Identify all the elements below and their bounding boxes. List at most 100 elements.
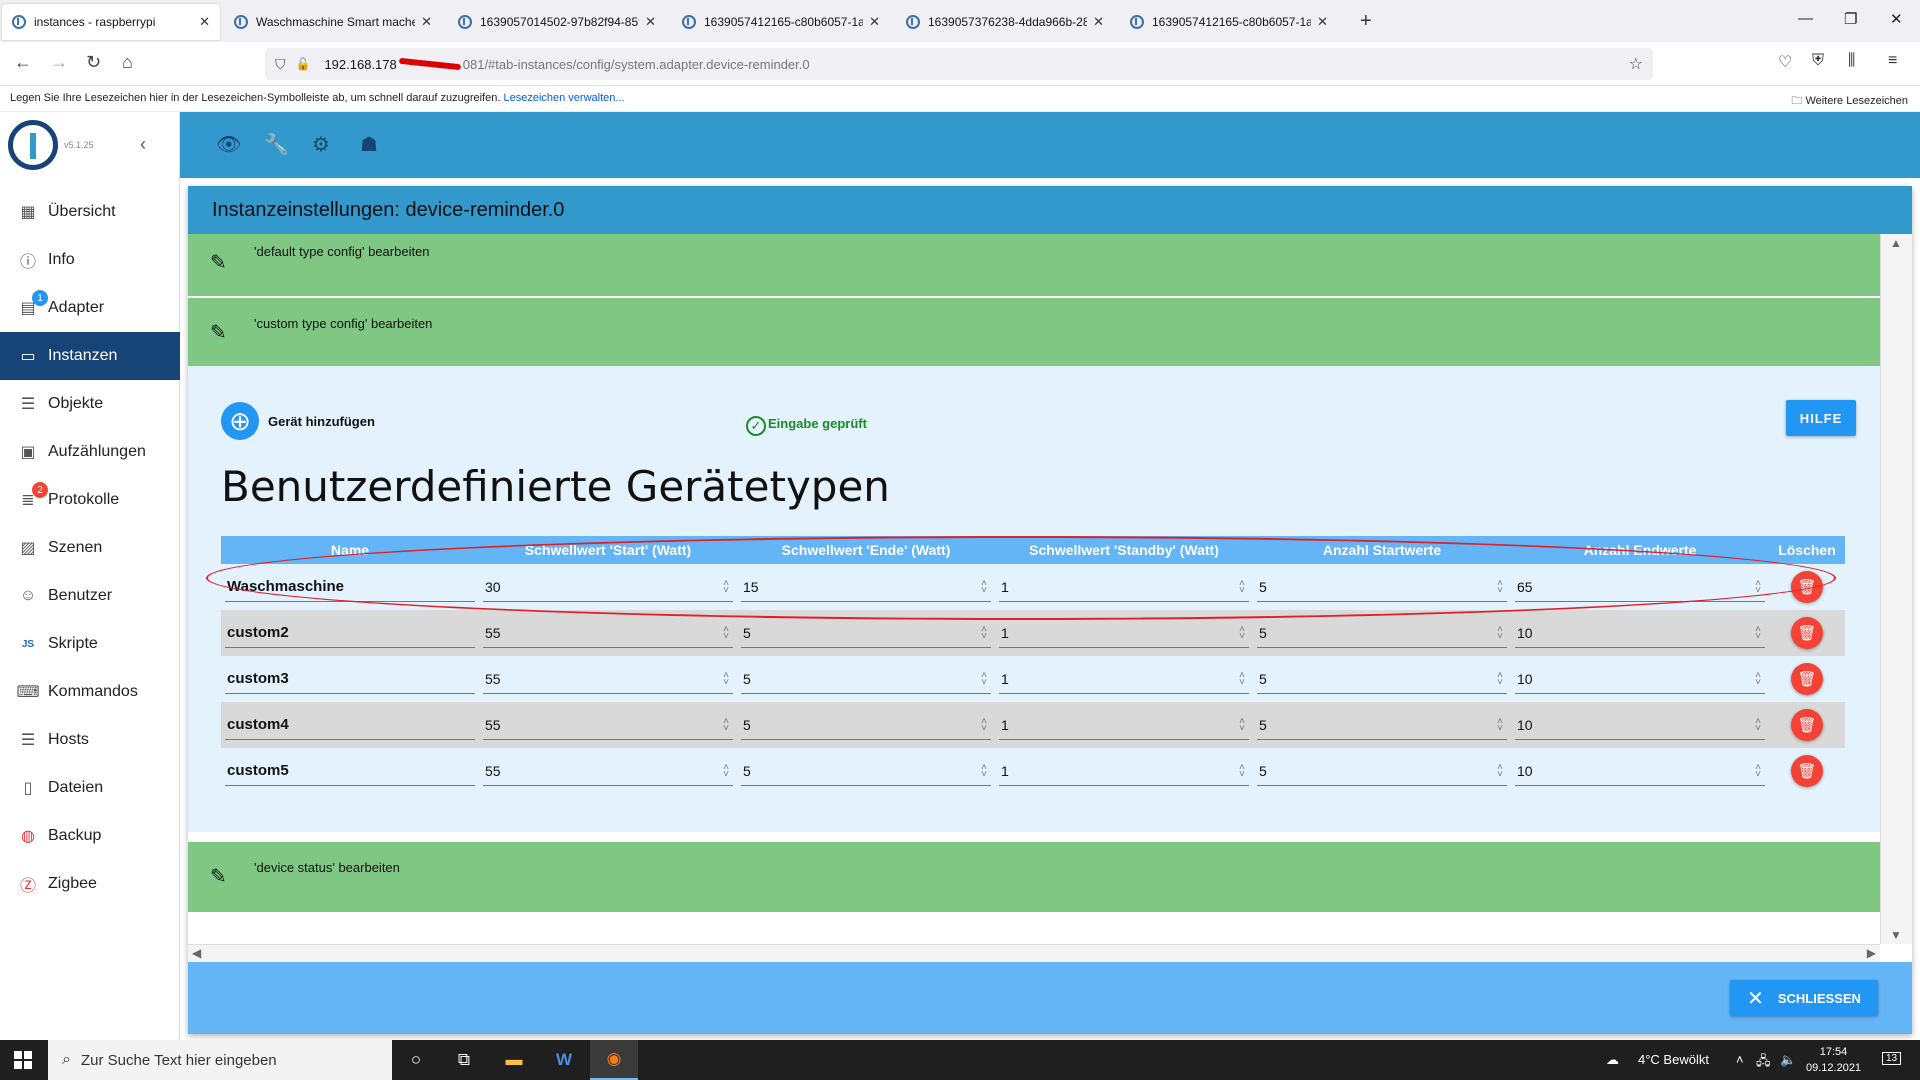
section-custom-type-config[interactable]: ✎ 'custom type config' bearbeiten — [188, 298, 1880, 366]
sidebar-item-übersicht[interactable]: ▦ Übersicht — [0, 188, 180, 236]
number-input-end[interactable]: 15 ˄ ˅ — [741, 572, 991, 602]
delete-row-button[interactable]: 🗑 — [1791, 571, 1823, 603]
browser-tab[interactable]: 1639057376238-4dda966b-28d6 ✕ — [896, 4, 1114, 40]
tab-close-icon[interactable]: ✕ — [645, 14, 656, 30]
menu-icon[interactable]: ≡ — [1888, 52, 1897, 70]
spinner-icon[interactable]: ˄ ˅ — [1755, 671, 1761, 688]
volume-icon[interactable]: 🔈 — [1780, 1052, 1796, 1068]
number-input-standby[interactable]: 1 ˄ ˅ — [999, 756, 1249, 786]
task-view-icon[interactable]: ⧉ — [440, 1040, 488, 1080]
number-input-standby[interactable]: 1 ˄ ˅ — [999, 618, 1249, 648]
tab-close-icon[interactable]: ✕ — [1317, 14, 1328, 30]
spinner-icon[interactable]: ˄ ˅ — [1239, 717, 1245, 734]
spinner-icon[interactable]: ˄ ˅ — [1239, 763, 1245, 780]
number-input-start[interactable]: 55 ˄ ˅ — [483, 710, 733, 740]
number-input-start[interactable]: 55 ˄ ˅ — [483, 618, 733, 648]
insecure-lock-icon[interactable]: 🔓 — [296, 57, 311, 71]
sidebar-item-benutzer[interactable]: ☺ Benutzer — [0, 572, 180, 620]
scroll-down-icon[interactable]: ▼ — [1890, 928, 1902, 942]
sidebar-item-szenen[interactable]: ▨ Szenen — [0, 524, 180, 572]
shield-account-icon[interactable]: ⛨ — [1812, 52, 1824, 70]
browser-tab-instances[interactable]: instances - raspberrypi ✕ — [2, 4, 220, 40]
help-button[interactable]: HILFE — [1786, 400, 1856, 436]
new-tab-button[interactable]: + — [1360, 10, 1372, 33]
vertical-scrollbar[interactable]: ▲ ▼ — [1880, 234, 1912, 944]
delete-row-button[interactable]: 🗑 — [1791, 617, 1823, 649]
number-input-endvals[interactable]: 65 ˄ ˅ — [1515, 572, 1765, 602]
spinner-icon[interactable]: ˄ ˅ — [1497, 579, 1503, 596]
number-input-standby[interactable]: 1 ˄ ˅ — [999, 572, 1249, 602]
minimize-window-icon[interactable]: — — [1798, 10, 1813, 27]
spinner-icon[interactable]: ˄ ˅ — [981, 625, 987, 642]
bookmark-star-icon[interactable]: ☆ — [1629, 54, 1643, 74]
tab-close-icon[interactable]: ✕ — [199, 14, 210, 30]
spinner-icon[interactable]: ˄ ˅ — [1239, 579, 1245, 596]
tab-close-icon[interactable]: ✕ — [421, 14, 432, 30]
sidebar-item-backup[interactable]: ◍ Backup — [0, 812, 180, 860]
number-input-endvals[interactable]: 10 ˄ ˅ — [1515, 664, 1765, 694]
spinner-icon[interactable]: ˄ ˅ — [1755, 763, 1761, 780]
browser-tab[interactable]: 1639057014502-97b82f94-85fa-4 ✕ — [448, 4, 666, 40]
device-name-input[interactable]: custom2 — [225, 618, 475, 648]
network-icon[interactable]: 🖧 — [1756, 1052, 1771, 1074]
spinner-icon[interactable]: ˄ ˅ — [723, 763, 729, 780]
taskbar-search[interactable]: ⌕ Zur Suche Text hier eingeben — [48, 1040, 392, 1080]
column-header[interactable]: Name — [221, 536, 479, 564]
file-explorer-icon[interactable]: ▬ — [490, 1040, 538, 1080]
spinner-icon[interactable]: ˄ ˅ — [1497, 671, 1503, 688]
browser-tab[interactable]: 1639057412165-c80b6057-1aac-4 ✕ — [672, 4, 890, 40]
collapse-sidebar-icon[interactable]: ‹ — [140, 134, 146, 155]
firefox-icon[interactable]: ◉ — [590, 1040, 638, 1080]
manage-bookmarks-link[interactable]: Lesezeichen verwalten... — [503, 92, 624, 104]
spinner-icon[interactable]: ˄ ˅ — [723, 625, 729, 642]
number-input-endvals[interactable]: 10 ˄ ˅ — [1515, 710, 1765, 740]
iobroker-logo[interactable] — [8, 120, 58, 170]
sidebar-item-dateien[interactable]: ▯ Dateien — [0, 764, 180, 812]
number-input-startvals[interactable]: 5 ˄ ˅ — [1257, 664, 1507, 694]
device-name-input[interactable]: custom5 — [225, 756, 475, 786]
other-bookmarks[interactable]: 🗀 Weitere Lesezeichen — [1791, 92, 1908, 111]
spinner-icon[interactable]: ˄ ˅ — [1497, 717, 1503, 734]
restore-window-icon[interactable]: ❐ — [1844, 10, 1857, 28]
number-input-startvals[interactable]: 5 ˄ ˅ — [1257, 572, 1507, 602]
scroll-right-icon[interactable]: ▶ — [1867, 946, 1876, 960]
device-name-input[interactable]: custom4 — [225, 710, 475, 740]
pocket-icon[interactable]: ♡ — [1778, 52, 1792, 72]
word-icon[interactable]: W — [540, 1040, 588, 1080]
number-input-startvals[interactable]: 5 ˄ ˅ — [1257, 756, 1507, 786]
sidebar-item-skripte[interactable]: JS Skripte — [0, 620, 180, 668]
number-input-standby[interactable]: 1 ˄ ˅ — [999, 664, 1249, 694]
gear-icon[interactable]: ⚙ — [312, 132, 330, 157]
column-header[interactable]: Schwellwert 'Standby' (Watt) — [995, 536, 1253, 564]
sidebar-item-instanzen[interactable]: ▭ Instanzen — [0, 332, 180, 380]
wrench-icon[interactable]: 🔧 — [264, 132, 289, 157]
spinner-icon[interactable]: ˄ ˅ — [1497, 763, 1503, 780]
sidebar-item-adapter[interactable]: ▤ Adapter 1 — [0, 284, 180, 332]
spinner-icon[interactable]: ˄ ˅ — [1755, 579, 1761, 596]
library-icon[interactable]: ⫼ — [1848, 52, 1855, 70]
number-input-startvals[interactable]: 5 ˄ ˅ — [1257, 710, 1507, 740]
browser-tab[interactable]: Waschmaschine Smart machen ✕ — [224, 4, 442, 40]
number-input-start[interactable]: 30 ˄ ˅ — [483, 572, 733, 602]
sidebar-item-zigbee[interactable]: Ⓩ Zigbee — [0, 860, 180, 908]
spinner-icon[interactable]: ˄ ˅ — [1497, 625, 1503, 642]
section-device-status[interactable]: ✎ 'device status' bearbeiten — [188, 842, 1880, 912]
section-default-type-config[interactable]: ✎ 'default type config' bearbeiten — [188, 234, 1880, 296]
column-header[interactable]: Schwellwert 'Start' (Watt) — [479, 536, 737, 564]
weather-text[interactable]: 4°C Bewölkt — [1638, 1052, 1709, 1067]
delete-row-button[interactable]: 🗑 — [1791, 663, 1823, 695]
home-icon[interactable]: ⌂ — [122, 52, 133, 73]
spinner-icon[interactable]: ˄ ˅ — [723, 671, 729, 688]
number-input-standby[interactable]: 1 ˄ ˅ — [999, 710, 1249, 740]
delete-row-button[interactable]: 🗑 — [1791, 755, 1823, 787]
number-input-endvals[interactable]: 10 ˄ ˅ — [1515, 756, 1765, 786]
sidebar-item-hosts[interactable]: ☰ Hosts — [0, 716, 180, 764]
sidebar-item-kommandos[interactable]: ⌨ Kommandos — [0, 668, 180, 716]
close-dialog-button[interactable]: ✕ SCHLIESSEN — [1730, 980, 1878, 1016]
tab-close-icon[interactable]: ✕ — [1093, 14, 1104, 30]
horizontal-scrollbar[interactable]: ◀ ▶ — [188, 944, 1880, 962]
spinner-icon[interactable]: ˄ ˅ — [1239, 671, 1245, 688]
number-input-end[interactable]: 5 ˄ ˅ — [741, 664, 991, 694]
windows-start-icon[interactable] — [14, 1051, 32, 1069]
browser-tab[interactable]: 1639057412165-c80b6057-1aac-4 ✕ — [1120, 4, 1338, 40]
